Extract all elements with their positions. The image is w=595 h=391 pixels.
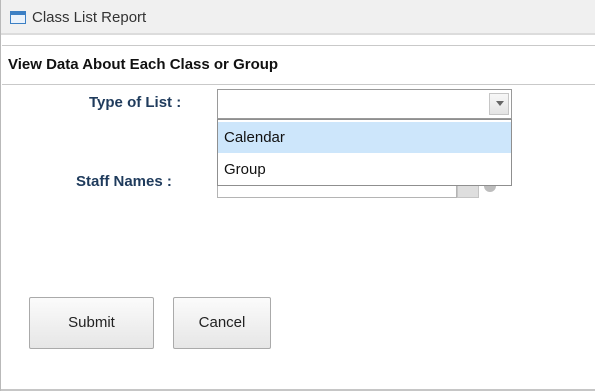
title-bar: Class List Report	[1, 0, 595, 35]
staff-names-label: Staff Names :	[76, 173, 172, 190]
window-icon	[10, 11, 26, 24]
report-window: Class List Report View Data About Each C…	[0, 0, 595, 391]
option-group[interactable]: Group	[218, 154, 511, 185]
submit-button[interactable]: Submit	[29, 297, 154, 349]
type-of-list-select[interactable]	[217, 89, 512, 119]
chevron-down-icon	[496, 101, 504, 106]
type-of-list-dropdown: Calendar Group	[217, 119, 512, 186]
option-calendar[interactable]: Calendar	[218, 122, 511, 153]
dropdown-toggle-button[interactable]	[489, 93, 509, 115]
window-title: Class List Report	[32, 9, 147, 26]
section-heading: View Data About Each Class or Group	[2, 45, 595, 85]
type-of-list-label: Type of List :	[89, 94, 182, 111]
cancel-button[interactable]: Cancel	[173, 297, 271, 349]
section-heading-text: View Data About Each Class or Group	[8, 56, 279, 73]
